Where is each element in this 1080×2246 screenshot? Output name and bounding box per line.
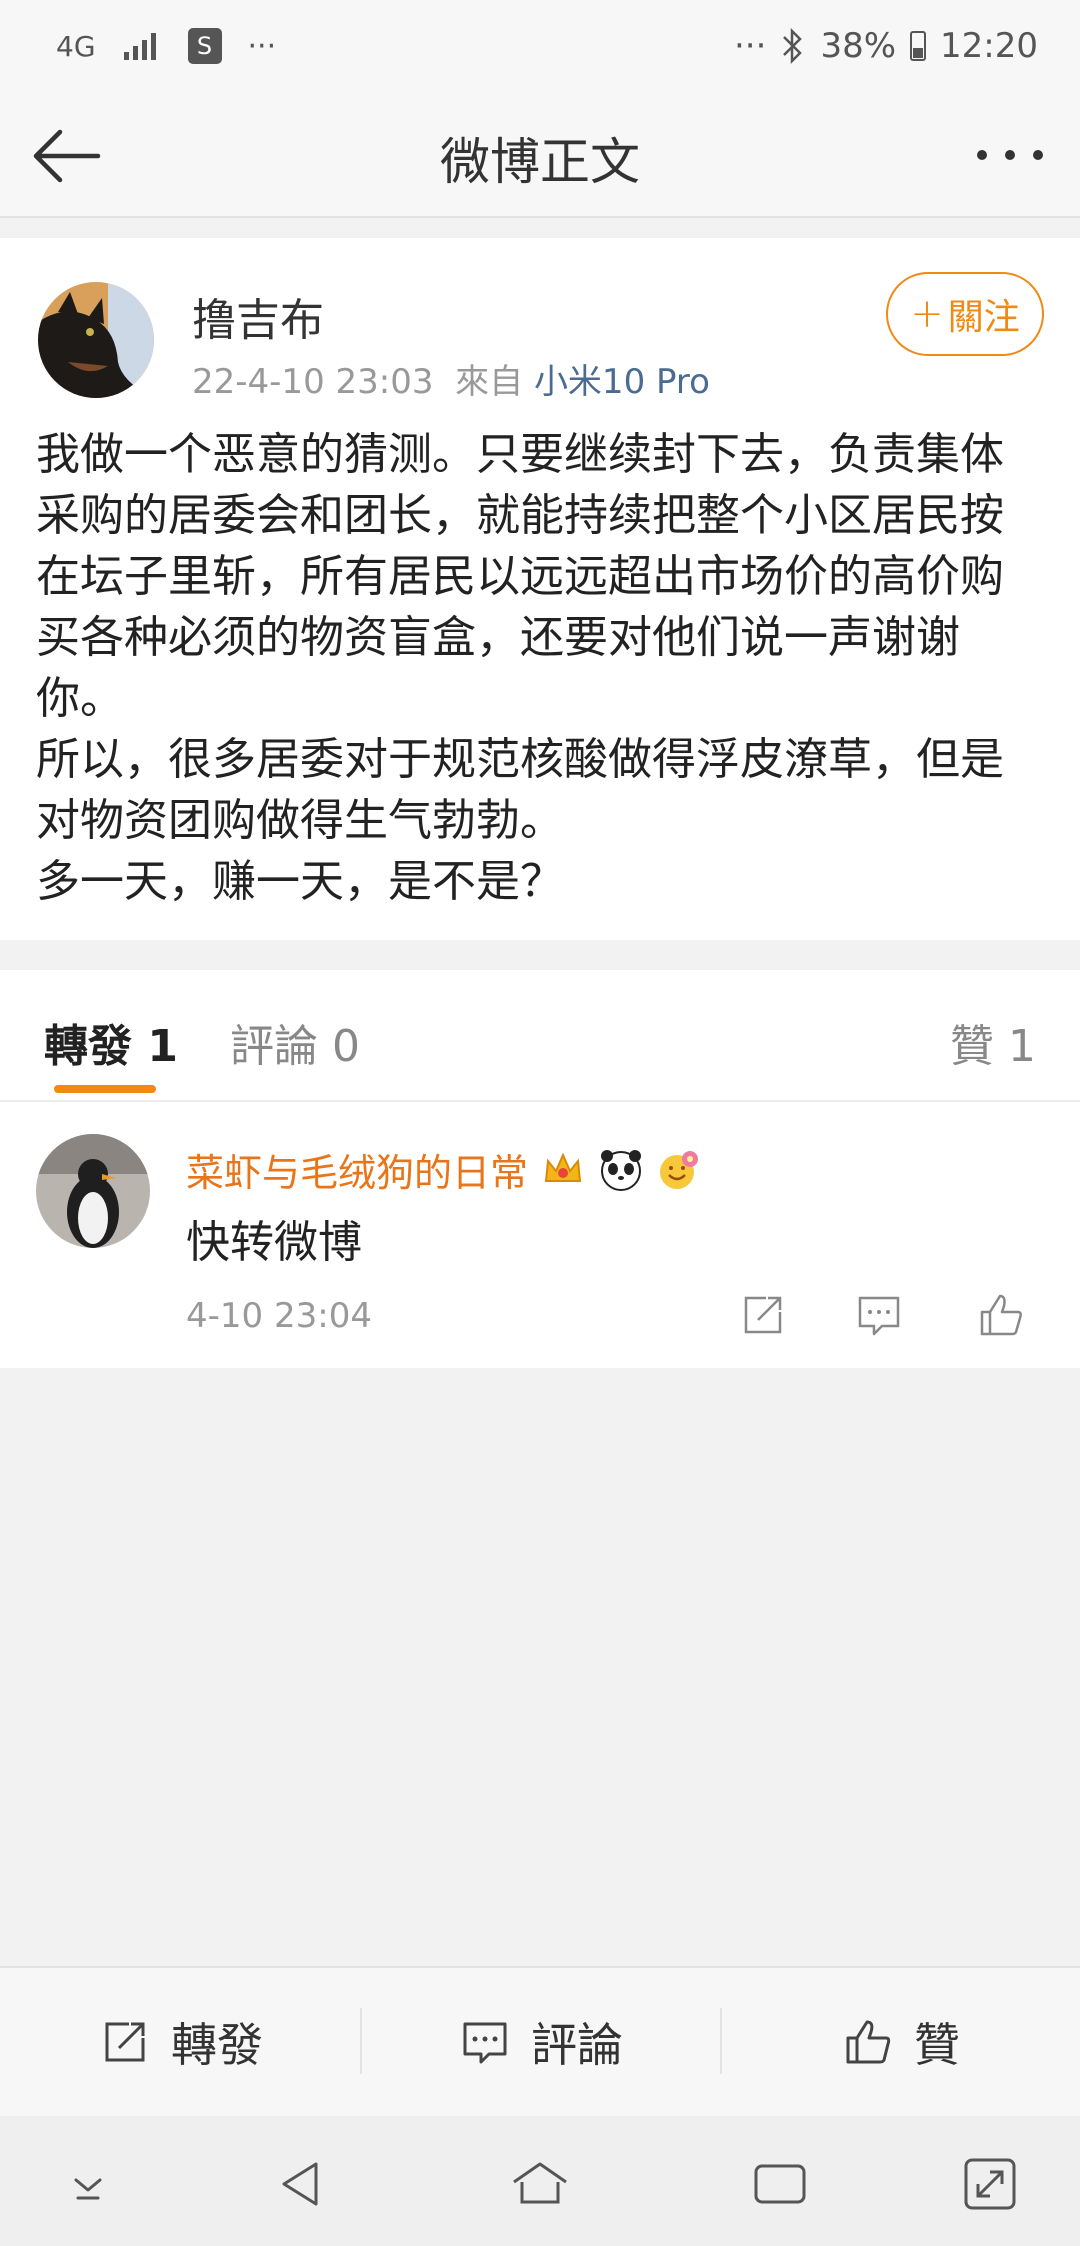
status-bar: 4G S ··· ··· 38% 12:20 xyxy=(0,0,1080,90)
tab-reposts-label: 轉發 xyxy=(44,1021,132,1072)
reposter-avatar[interactable] xyxy=(36,1134,150,1248)
source-prefix: 來自 xyxy=(455,362,524,402)
repost-button-label: 轉發 xyxy=(171,2018,263,2072)
status-more-left: ··· xyxy=(247,28,277,64)
top-nav: 微博正文 xyxy=(0,90,1080,218)
like-button[interactable]: 贊 xyxy=(720,1968,1080,2116)
comment-button-label: 評論 xyxy=(531,2018,623,2072)
tab-likes-label: 贊 xyxy=(950,1021,994,1072)
post-paragraph: 所以，很多居委对于规范核酸做得浮皮潦草，但是对物资团购做得生气勃勃。 xyxy=(36,734,1004,846)
home-nav-icon[interactable] xyxy=(508,2152,572,2216)
repost-time: 4-10 23:04 xyxy=(186,1296,372,1336)
repost-list: 菜虾与毛绒狗的日常 快转微博 4-10 23:04 xyxy=(0,1102,1080,1368)
repost-comment-icon[interactable] xyxy=(852,1288,906,1342)
follow-button[interactable]: + 關注 xyxy=(886,272,1044,356)
shop-app-icon: S xyxy=(187,28,222,64)
tab-comments-label: 評論 xyxy=(230,1021,318,1072)
hide-keyboard-icon[interactable] xyxy=(56,2152,120,2216)
battery-icon xyxy=(910,31,927,61)
post-card: 撸吉布 22-4-10 23:03 來自 小米10 Pro + 關注 我做一个恶… xyxy=(0,238,1080,940)
comment-icon xyxy=(463,2022,507,2064)
status-more-right: ··· xyxy=(734,26,767,66)
author-avatar[interactable] xyxy=(38,282,154,398)
crown-badge-icon xyxy=(544,1152,582,1182)
tab-comments[interactable]: 評論 0 xyxy=(230,1010,360,1074)
repost-button[interactable]: 轉發 xyxy=(0,1968,360,2116)
follow-label: 關注 xyxy=(947,297,1020,338)
back-nav-icon[interactable] xyxy=(270,2152,334,2216)
plus-icon: + xyxy=(910,291,944,337)
panda-icon xyxy=(601,1149,642,1191)
status-right: ··· 38% 12:20 xyxy=(734,18,1038,74)
post-timestamp: 22-4-10 23:03 xyxy=(192,362,434,402)
active-tab-indicator xyxy=(54,1085,156,1093)
thumbs-up-icon xyxy=(846,2020,891,2064)
post-paragraph: 我做一个恶意的猜测。只要继续封下去，负责集体采购的居委会和团长，就能持续把整个小… xyxy=(36,429,1004,724)
flower-face-icon xyxy=(660,1150,699,1189)
post-meta: 22-4-10 23:03 來自 小米10 Pro xyxy=(192,354,710,403)
system-nav-bar xyxy=(0,2116,1080,2246)
bottom-action-bar: 轉發 評論 贊 xyxy=(0,1966,1080,2116)
battery-percent: 38% xyxy=(820,26,897,66)
tab-comments-count: 0 xyxy=(332,1021,360,1072)
author-name[interactable]: 撸吉布 xyxy=(192,284,324,348)
signal-icon xyxy=(123,33,156,60)
page-title: 微博正文 xyxy=(440,133,640,191)
comment-button[interactable]: 評論 xyxy=(360,1968,720,2116)
network-indicator: 4G xyxy=(56,29,96,63)
tab-reposts[interactable]: 轉發 1 xyxy=(44,1010,178,1074)
post-paragraph: 多一天，赚一天，是不是？ xyxy=(36,856,564,907)
interaction-tabs: 轉發 1 評論 0 贊 1 xyxy=(0,970,1080,1102)
bluetooth-icon xyxy=(783,27,803,65)
list-item[interactable]: 菜虾与毛绒狗的日常 快转微博 4-10 23:04 xyxy=(0,1102,1080,1368)
like-button-label: 贊 xyxy=(914,2018,960,2072)
tab-reposts-count: 1 xyxy=(147,1021,178,1072)
repost-like-icon[interactable] xyxy=(974,1288,1028,1342)
tab-likes[interactable]: 贊 1 xyxy=(950,1010,1036,1074)
tab-likes-count: 1 xyxy=(1008,1021,1036,1072)
repost-icon xyxy=(105,2022,145,2062)
post-body: 我做一个恶意的猜测。只要继续封下去，负责集体采购的居委会和团长，就能持续把整个小… xyxy=(36,424,1046,912)
repost-text: 快转微博 xyxy=(186,1217,362,1268)
repost-share-icon[interactable] xyxy=(736,1288,790,1342)
recent-apps-icon[interactable] xyxy=(748,2152,812,2216)
clock: 12:20 xyxy=(940,26,1038,66)
reposter-name[interactable]: 菜虾与毛绒狗的日常 xyxy=(186,1142,528,1197)
reposter-name-row: 菜虾与毛绒狗的日常 xyxy=(186,1142,702,1197)
expand-screen-icon[interactable] xyxy=(958,2152,1022,2216)
status-left: 4G S ··· xyxy=(56,18,276,74)
more-options-icon[interactable] xyxy=(970,130,1050,180)
post-source[interactable]: 小米10 Pro xyxy=(534,362,710,402)
